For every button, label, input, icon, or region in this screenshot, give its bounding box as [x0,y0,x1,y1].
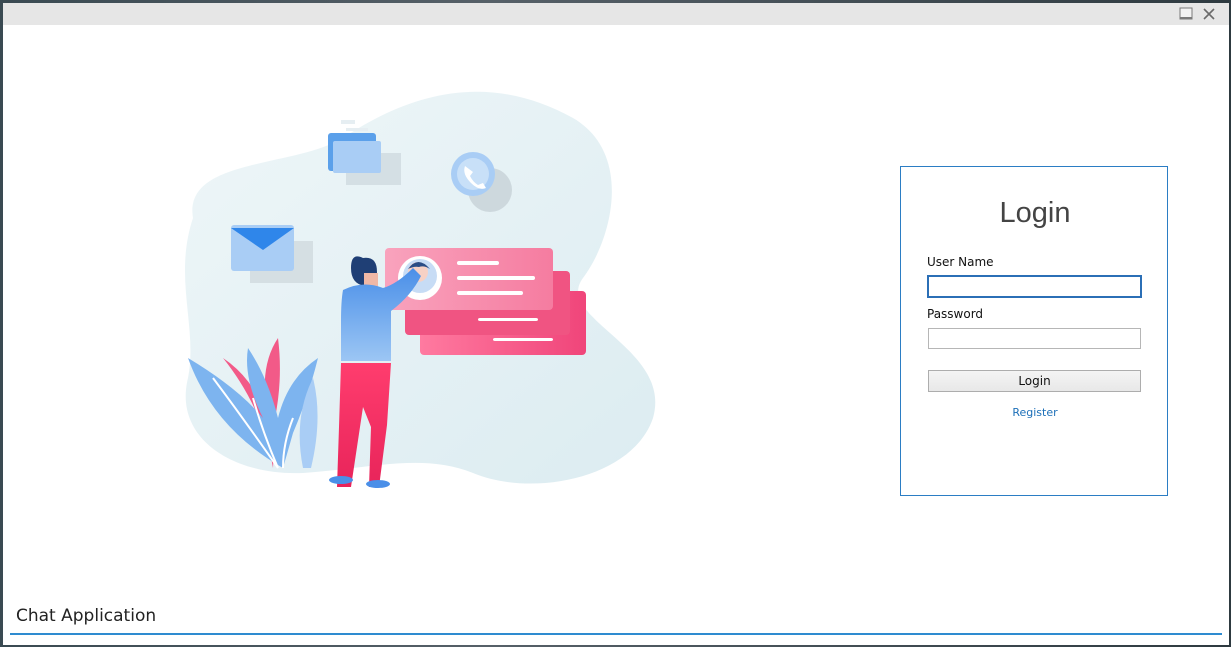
minimize-icon[interactable] [1177,5,1195,23]
app-title: Chat Application [16,606,157,626]
login-title: Login [999,197,1071,229]
close-icon[interactable] [1200,5,1218,23]
password-label: Password [927,307,984,321]
password-field[interactable] [928,328,1141,349]
app-window: Login User Name Password Login Register … [3,3,1229,645]
title-bar [3,3,1229,25]
chat-illustration [184,91,656,488]
app-title-underline [10,633,1222,635]
login-button[interactable]: Login [928,370,1141,392]
username-field[interactable] [927,275,1142,298]
login-panel: Login User Name Password Login Register [900,166,1168,496]
register-link[interactable]: Register [901,406,1169,419]
username-label: User Name [927,255,994,269]
